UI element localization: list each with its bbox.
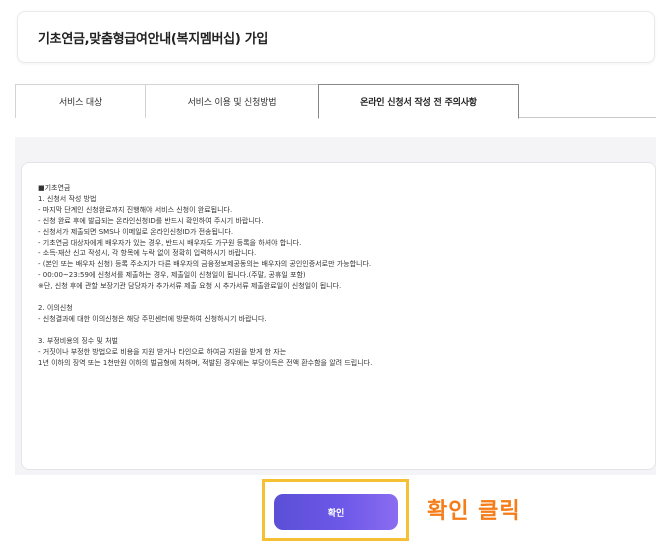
notice-line: - 거짓이나 부정한 방법으로 비용을 지원 받거나 타인으로 하여금 지원을 … [38,347,287,356]
tab-service-usage[interactable]: 서비스 이용 및 신청방법 [145,84,319,118]
notice-line: - 기초연금 대상자에게 배우자가 있는 경우, 반드시 배우자도 가구원 등록… [38,238,302,247]
notice-panel: ■기초연금 1. 신청서 작성 방법 - 마지막 단계인 신청완료까지 진행해야… [21,162,656,470]
tab-bar: 서비스 대상 서비스 이용 및 신청방법 온라인 신청서 작성 전 주의사항 [15,84,656,119]
notice-spacer [38,325,655,336]
notice-spacer [38,292,655,303]
notice-line: ※단, 신청 후에 관할 보장기관 담당자가 추가서류 제출 요청 시 추가서류… [38,282,342,291]
tab-online-precautions[interactable]: 온라인 신청서 작성 전 주의사항 [318,84,519,119]
notice-line: - (본인 또는 배우자 신청) 등록 주소지가 다른 배우자의 금융정보제공동… [38,260,372,269]
confirm-highlight-box: 확인 [262,479,409,541]
notice-line: - 마지막 단계인 신청완료까지 진행해야 서비스 신청이 완료됩니다. [38,205,233,214]
page-title-card: 기초연금,맞춤형급여안내(복지멤버십) 가입 [17,11,655,63]
notice-line: 1년 이하의 징역 또는 1천만원 이하의 벌금형에 처하며, 적발된 경우에는… [38,358,373,367]
notice-line: - 신청 완료 후에 발급되는 온라인신청ID를 반드시 확인하여 주시기 바랍… [38,216,264,225]
notice-line: 3. 부정비용의 징수 및 처벌 [38,336,118,345]
notice-line: - 00:00~23:59에 신청서를 제출하는 경우, 제출일이 신청일이 됩… [38,271,306,280]
notice-line: 1. 신청서 작성 방법 [38,194,97,203]
notice-line: - 신청서가 제출되면 SMS나 이메일로 온라인신청ID가 전송됩니다. [38,227,234,236]
notice-line: ■기초연금 [38,184,71,192]
tab-service-target[interactable]: 서비스 대상 [15,84,146,118]
confirm-button[interactable]: 확인 [274,494,398,530]
notice-line: - 소득·재산 신고 작성시, 각 항목에 누락 없이 정확히 입력하시기 바랍… [38,249,257,258]
notice-line: 2. 이의신청 [38,304,73,313]
page-title: 기초연금,맞춤형급여안내(복지멤버십) 가입 [38,31,269,47]
notice-line: - 신청결과에 대한 이의신청은 해당 주민센터에 방문하여 신청하시기 바랍니… [38,314,267,323]
click-annotation: 확인 클릭 [427,499,521,524]
